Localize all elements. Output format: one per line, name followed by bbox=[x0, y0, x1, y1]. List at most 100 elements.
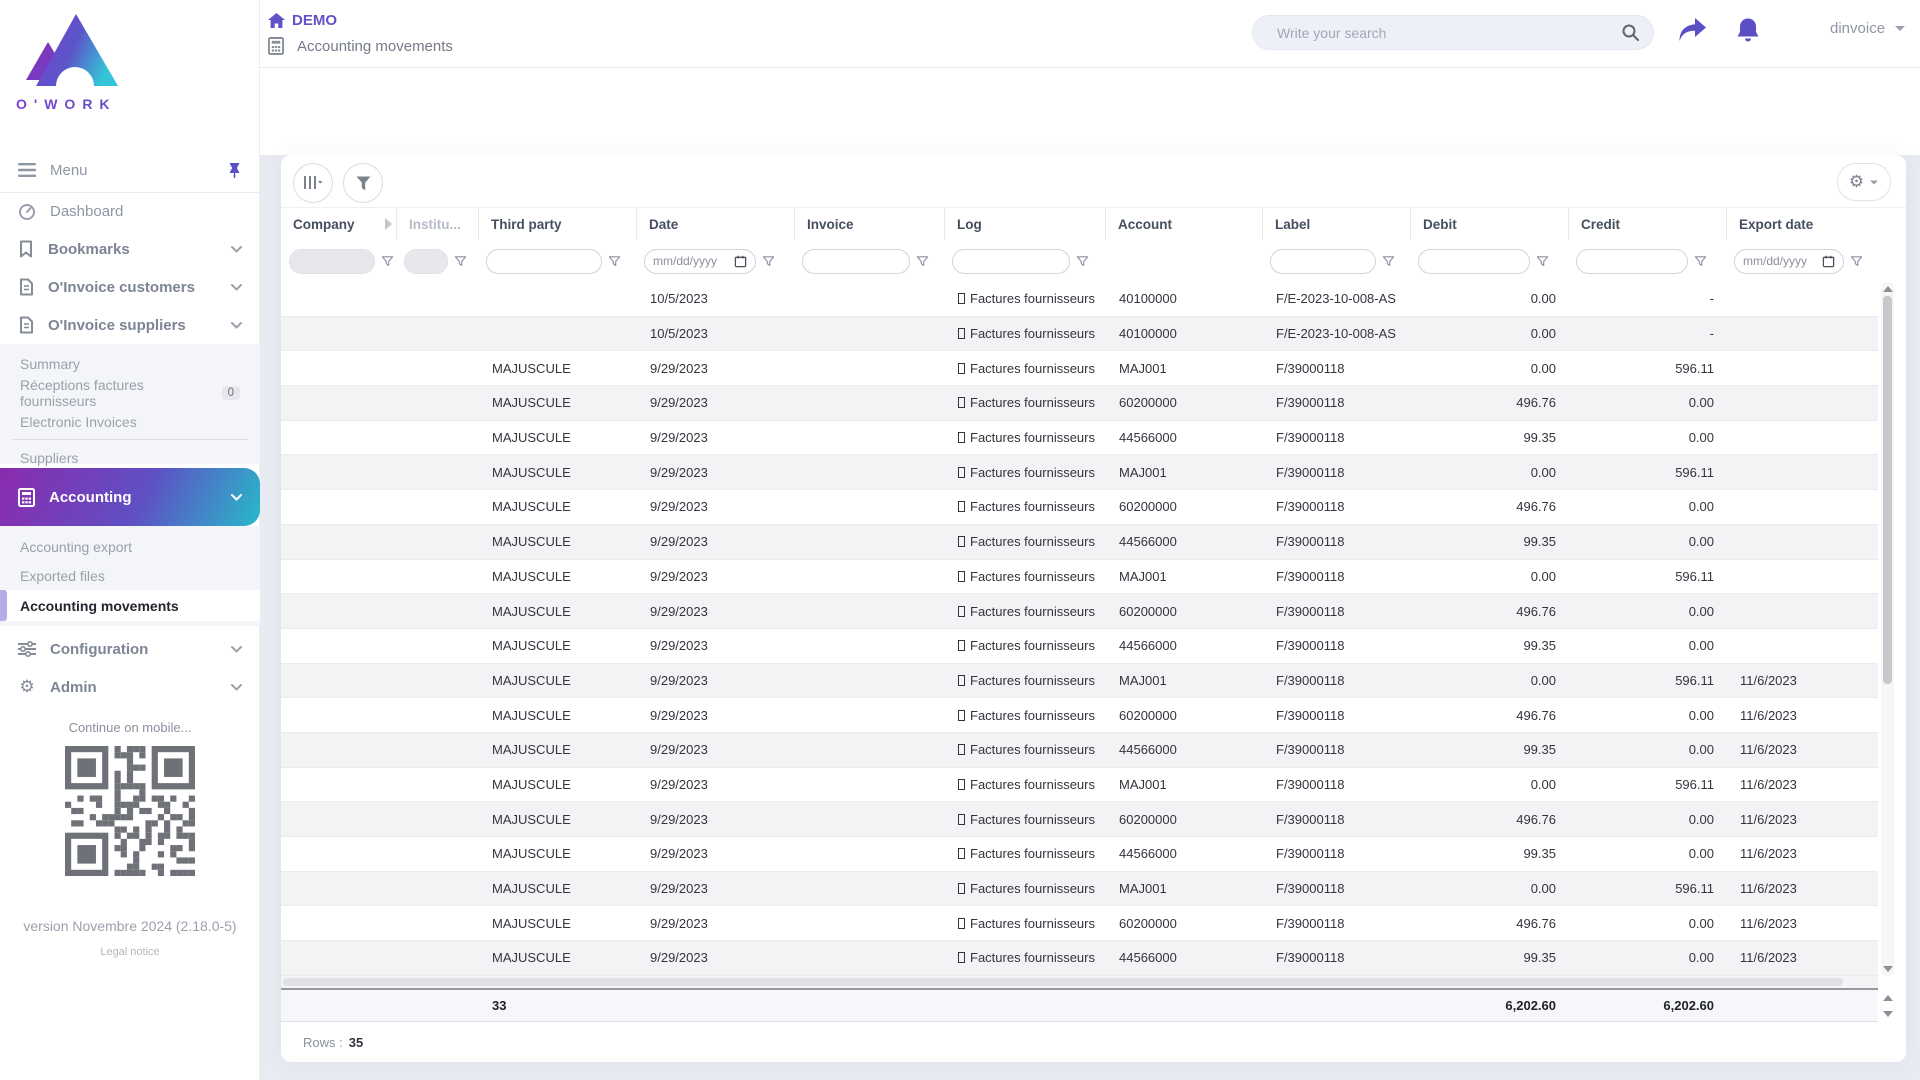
submenu-item-electronic-invoices[interactable]: Electronic Invoices bbox=[0, 407, 260, 436]
table-row[interactable]: MAJUSCULE 9/29/2023 Factures fournisseurs 4… bbox=[281, 628, 1878, 664]
sidebar-item-configuration[interactable]: Configuration bbox=[0, 630, 260, 668]
filter-button[interactable] bbox=[343, 163, 383, 203]
table-row[interactable]: MAJUSCULE 9/29/2023 Factures fournisseurs M… bbox=[281, 351, 1878, 387]
table-row[interactable]: MAJUSCULE 9/29/2023 Factures fournisseurs M… bbox=[281, 559, 1878, 595]
log-glyph-icon bbox=[958, 501, 965, 513]
vertical-scrollbar[interactable] bbox=[1881, 282, 1894, 976]
scroll-up-arrow[interactable] bbox=[1882, 995, 1893, 1001]
table-row[interactable]: MAJUSCULE 9/29/2023 Factures fournisseurs M… bbox=[281, 871, 1878, 907]
table-row[interactable]: MAJUSCULE 9/29/2023 Factures fournisseurs 6… bbox=[281, 698, 1878, 733]
funnel-icon[interactable] bbox=[608, 255, 621, 268]
cell-invoice bbox=[794, 317, 944, 351]
date-filter-input[interactable] bbox=[653, 254, 734, 268]
table-row[interactable]: MAJUSCULE 9/29/2023 Factures fournisseurs 4… bbox=[281, 837, 1878, 872]
table-row[interactable]: MAJUSCULE 9/29/2023 Factures fournisseurs M… bbox=[281, 767, 1878, 803]
column-header-debit[interactable]: Debit bbox=[1410, 208, 1568, 240]
calendar-icon[interactable] bbox=[1822, 255, 1835, 268]
table-row[interactable]: MAJUSCULE 9/29/2023 Factures fournisseurs 4… bbox=[281, 941, 1878, 976]
credit-filter-input[interactable] bbox=[1585, 254, 1679, 268]
table-row[interactable]: MAJUSCULE 9/29/2023 Factures fournisseurs 6… bbox=[281, 490, 1878, 525]
vertical-scrollbar-thumb[interactable] bbox=[1883, 296, 1892, 684]
sidebar-item-bookmarks[interactable]: Bookmarks bbox=[0, 230, 260, 268]
column-header-credit[interactable]: Credit bbox=[1568, 208, 1726, 240]
table-row[interactable]: MAJUSCULE 9/29/2023 Factures fournisseurs M… bbox=[281, 455, 1878, 491]
search-icon[interactable] bbox=[1622, 24, 1639, 41]
sidebar-item-admin[interactable]: ⚙ Admin bbox=[0, 668, 260, 706]
scroll-up-arrow[interactable] bbox=[1882, 286, 1893, 292]
log-glyph-icon bbox=[958, 570, 965, 582]
breadcrumb[interactable]: DEMO bbox=[268, 12, 337, 29]
submenu-item-accounting-export[interactable]: Accounting export bbox=[0, 532, 260, 561]
notifications-bell-icon[interactable] bbox=[1735, 17, 1761, 44]
column-header-export-date[interactable]: Export date bbox=[1726, 208, 1878, 240]
cell-third-party: MAJUSCULE bbox=[492, 915, 571, 931]
pin-icon[interactable] bbox=[227, 162, 242, 179]
company-filter-input[interactable] bbox=[298, 254, 366, 268]
table-row[interactable]: MAJUSCULE 9/29/2023 Factures fournisseurs 4… bbox=[281, 420, 1878, 456]
sidebar-item-dashboard[interactable]: Dashboard bbox=[0, 192, 260, 230]
funnel-icon[interactable] bbox=[1694, 255, 1707, 268]
search-input[interactable] bbox=[1277, 24, 1622, 41]
log-filter-input[interactable] bbox=[961, 254, 1061, 268]
totals-scrollbar[interactable] bbox=[1881, 993, 1894, 1019]
funnel-icon[interactable] bbox=[762, 255, 775, 268]
sidebar-item-oinvoice-suppliers[interactable]: O'Invoice suppliers bbox=[0, 306, 260, 344]
table-row[interactable]: MAJUSCULE 9/29/2023 Factures fournisseurs 6… bbox=[281, 386, 1878, 421]
sidebar-item-accounting[interactable]: Accounting bbox=[0, 468, 260, 526]
sidebar-item-oinvoice-customers[interactable]: O'Invoice customers bbox=[0, 268, 260, 306]
cell-third-party: MAJUSCULE bbox=[492, 499, 571, 515]
submenu-item-exported-files[interactable]: Exported files bbox=[0, 561, 260, 590]
funnel-icon[interactable] bbox=[1382, 255, 1395, 268]
submenu-item-summary[interactable]: Summary bbox=[0, 349, 260, 378]
horizontal-scrollbar-thumb[interactable] bbox=[283, 978, 1843, 986]
institution-filter-input[interactable] bbox=[413, 254, 439, 268]
log-glyph-icon bbox=[958, 536, 965, 548]
funnel-icon[interactable] bbox=[916, 255, 929, 268]
third-party-filter-input[interactable] bbox=[495, 254, 593, 268]
table-row[interactable]: MAJUSCULE 9/29/2023 Factures fournisseurs 4… bbox=[281, 732, 1878, 768]
column-chooser-button[interactable] bbox=[293, 163, 333, 203]
submenu-item-receptions[interactable]: Réceptions factures fournisseurs 0 bbox=[0, 377, 260, 409]
horizontal-scrollbar[interactable] bbox=[281, 976, 1878, 988]
share-icon[interactable] bbox=[1678, 17, 1708, 43]
suppliers-submenu: Summary Réceptions factures fournisseurs… bbox=[0, 344, 260, 466]
column-header-institution[interactable]: Institu... bbox=[396, 208, 478, 240]
home-icon bbox=[268, 13, 285, 28]
table-row[interactable]: MAJUSCULE 9/29/2023 Factures fournisseurs 6… bbox=[281, 802, 1878, 837]
user-menu[interactable]: dinvoice bbox=[1830, 20, 1906, 37]
export-date-filter-input[interactable] bbox=[1743, 254, 1822, 268]
invoice-filter-input[interactable] bbox=[811, 254, 901, 268]
column-header-account[interactable]: Account bbox=[1105, 208, 1262, 240]
table-row[interactable]: MAJUSCULE 9/29/2023 Factures fournisseurs 6… bbox=[281, 594, 1878, 629]
submenu-item-accounting-movements[interactable]: Accounting movements bbox=[0, 590, 260, 621]
table-settings-button[interactable]: ⚙ bbox=[1837, 163, 1891, 201]
debit-filter-input[interactable] bbox=[1427, 254, 1521, 268]
legal-notice-link[interactable]: Legal notice bbox=[0, 946, 260, 958]
column-header-invoice[interactable]: Invoice bbox=[794, 208, 944, 240]
funnel-icon[interactable] bbox=[454, 255, 467, 268]
funnel-icon[interactable] bbox=[1850, 255, 1863, 268]
column-header-third-party[interactable]: Third party bbox=[478, 208, 636, 240]
cell-label: F/39000118 bbox=[1276, 360, 1345, 376]
table-row[interactable]: MAJUSCULE 9/29/2023 Factures fournisseurs 6… bbox=[281, 906, 1878, 942]
column-header-log[interactable]: Log bbox=[944, 208, 1105, 240]
funnel-icon[interactable] bbox=[1076, 255, 1089, 268]
scroll-down-arrow[interactable] bbox=[1882, 966, 1893, 972]
total-account bbox=[1105, 990, 1262, 1021]
table-row[interactable]: 10/5/2023 Factures fournisseurs 40100000 F/… bbox=[281, 316, 1878, 352]
scroll-down-arrow[interactable] bbox=[1882, 1011, 1893, 1017]
cell-log: Factures fournisseurs bbox=[944, 317, 1105, 351]
expand-columns-icon[interactable] bbox=[385, 218, 392, 230]
column-header-company[interactable]: Company bbox=[281, 208, 396, 240]
column-header-date[interactable]: Date bbox=[636, 208, 794, 240]
funnel-icon[interactable] bbox=[1536, 255, 1549, 268]
table-row[interactable]: MAJUSCULE 9/29/2023 Factures fournisseurs M… bbox=[281, 663, 1878, 699]
column-header-label[interactable]: Label bbox=[1262, 208, 1410, 240]
table-row[interactable]: MAJUSCULE 9/29/2023 Factures fournisseurs 4… bbox=[281, 524, 1878, 560]
menu-toggle[interactable]: Menu bbox=[0, 148, 260, 192]
funnel-icon[interactable] bbox=[381, 255, 394, 268]
label-filter-input[interactable] bbox=[1279, 254, 1367, 268]
table-row[interactable]: 10/5/2023 Factures fournisseurs 40100000 F/… bbox=[281, 282, 1878, 317]
calendar-icon[interactable] bbox=[734, 255, 747, 268]
qr-code bbox=[65, 746, 195, 876]
